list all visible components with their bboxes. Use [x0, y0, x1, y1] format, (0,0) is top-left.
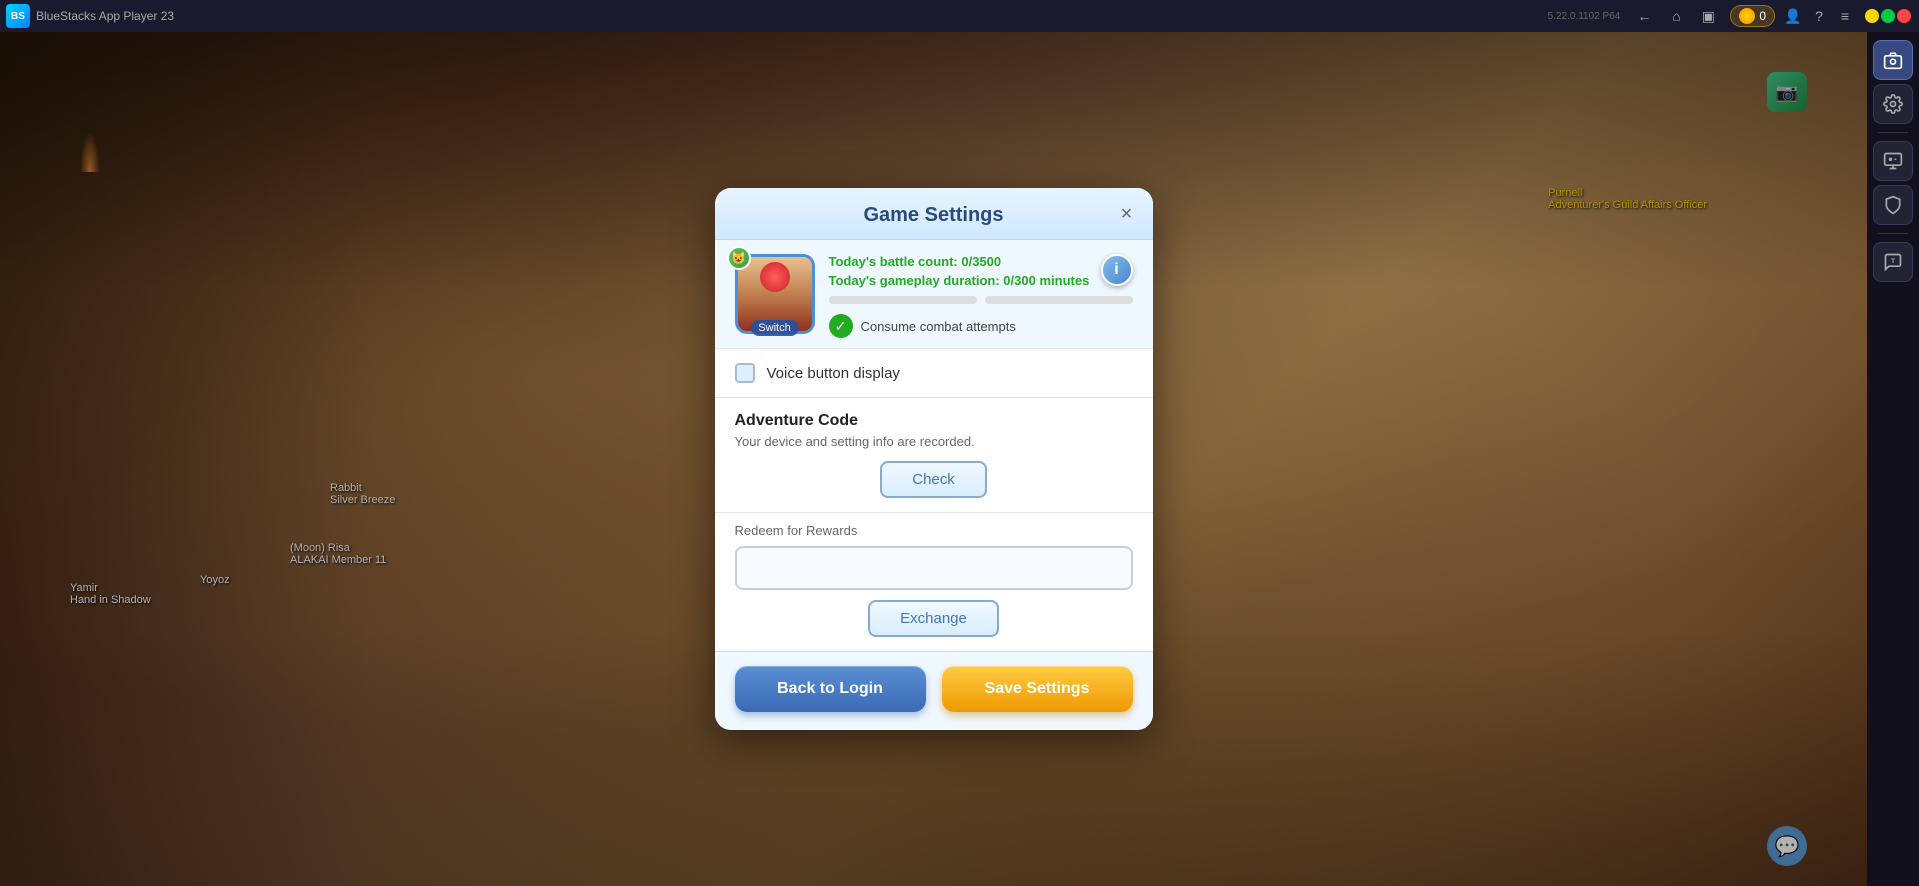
coin-count: 0: [1759, 9, 1766, 23]
modal-title: Game Settings: [863, 204, 1003, 226]
redeem-label: Redeem for Rewards: [735, 523, 1133, 538]
sidebar-divider-2: [1878, 233, 1908, 234]
back-nav-btn[interactable]: ←: [1630, 6, 1658, 26]
app-title: BlueStacks App Player 23: [36, 9, 1548, 23]
redeem-section: Redeem for Rewards Exchange: [715, 512, 1153, 651]
help-icon-btn[interactable]: ?: [1809, 6, 1829, 26]
progress-bar-1: [829, 296, 977, 304]
check-btn[interactable]: Check: [880, 461, 987, 498]
sidebar-btn-shield[interactable]: [1873, 185, 1913, 225]
info-icon-btn[interactable]: i: [1101, 254, 1133, 286]
duration-unit: minutes: [1039, 273, 1089, 288]
consume-row: ✓ Consume combat attempts: [829, 314, 1133, 338]
adventure-code-desc: Your device and setting info are recorde…: [735, 434, 1133, 449]
battle-count-row: Today's battle count: 0/3500: [829, 254, 1133, 269]
back-to-login-btn[interactable]: Back to Login: [735, 666, 926, 712]
check-icon: ✓: [829, 314, 853, 338]
user-icon-btn[interactable]: 👤: [1783, 6, 1803, 26]
app-logo: BS: [6, 4, 30, 28]
redeem-input[interactable]: [735, 546, 1133, 590]
modal-header: Game Settings ×: [715, 188, 1153, 240]
sidebar-btn-chat[interactable]: T: [1873, 242, 1913, 282]
adventure-code-section: Adventure Code Your device and setting i…: [715, 397, 1153, 512]
voice-checkbox[interactable]: [735, 363, 755, 383]
minimize-btn[interactable]: [1865, 9, 1879, 23]
avatar-icon: 😺: [727, 246, 751, 270]
battle-count-value: 0/3500: [961, 254, 1001, 269]
game-settings-modal: Game Settings × 😺 Switch Today's: [715, 188, 1153, 730]
consume-text: Consume combat attempts: [861, 319, 1016, 334]
avatar-switch-label[interactable]: Switch: [750, 320, 798, 336]
modal-footer: Back to Login Save Settings: [715, 651, 1153, 730]
close-btn[interactable]: [1897, 9, 1911, 23]
adventure-code-title: Adventure Code: [735, 412, 1133, 430]
app-version: 5.22.0.1102 P64: [1548, 11, 1621, 22]
avatar-container: 😺 Switch: [735, 254, 815, 334]
coin-display: 0: [1730, 5, 1775, 27]
coin-icon: [1739, 8, 1755, 24]
titlebar: BS BlueStacks App Player 23 5.22.0.1102 …: [0, 0, 1919, 32]
progress-bars: [829, 296, 1133, 304]
voice-label: Voice button display: [767, 365, 900, 382]
svg-text:T: T: [1891, 258, 1895, 265]
modal-overlay: Game Settings × 😺 Switch Today's: [0, 32, 1867, 886]
maximize-btn[interactable]: [1881, 9, 1895, 23]
progress-bar-2: [985, 296, 1133, 304]
titlebar-right-controls: 👤 ? ≡: [1783, 6, 1855, 26]
save-settings-btn[interactable]: Save Settings: [942, 666, 1133, 712]
profile-section: 😺 Switch Today's battle count: 0/3500 To…: [715, 240, 1153, 348]
exchange-btn[interactable]: Exchange: [868, 600, 999, 637]
duration-row: Today's gameplay duration: 0/300 minutes: [829, 273, 1133, 288]
duration-label: Today's gameplay duration:: [829, 273, 1000, 288]
nav-controls: ← ⌂ ▣: [1630, 6, 1722, 26]
sidebar-divider-1: [1878, 132, 1908, 133]
home-nav-btn[interactable]: ⌂: [1662, 6, 1690, 26]
menu-icon-btn[interactable]: ≡: [1835, 6, 1855, 26]
sidebar-btn-settings[interactable]: [1873, 84, 1913, 124]
info-area: Today's battle count: 0/3500 Today's gam…: [829, 254, 1133, 338]
sidebar-btn-camera[interactable]: [1873, 40, 1913, 80]
modal-close-btn[interactable]: ×: [1113, 200, 1141, 228]
battle-count-label: Today's battle count:: [829, 254, 958, 269]
sidebar-btn-game-settings[interactable]: [1873, 141, 1913, 181]
logo-text: BS: [11, 11, 25, 22]
right-sidebar: T: [1867, 32, 1919, 886]
voice-section: Voice button display: [715, 348, 1153, 397]
duration-value: 0/300: [1003, 273, 1036, 288]
game-area: YamirHand in Shadow Yoyoz (Moon) RisaALA…: [0, 32, 1867, 886]
multi-window-btn[interactable]: ▣: [1694, 6, 1722, 26]
